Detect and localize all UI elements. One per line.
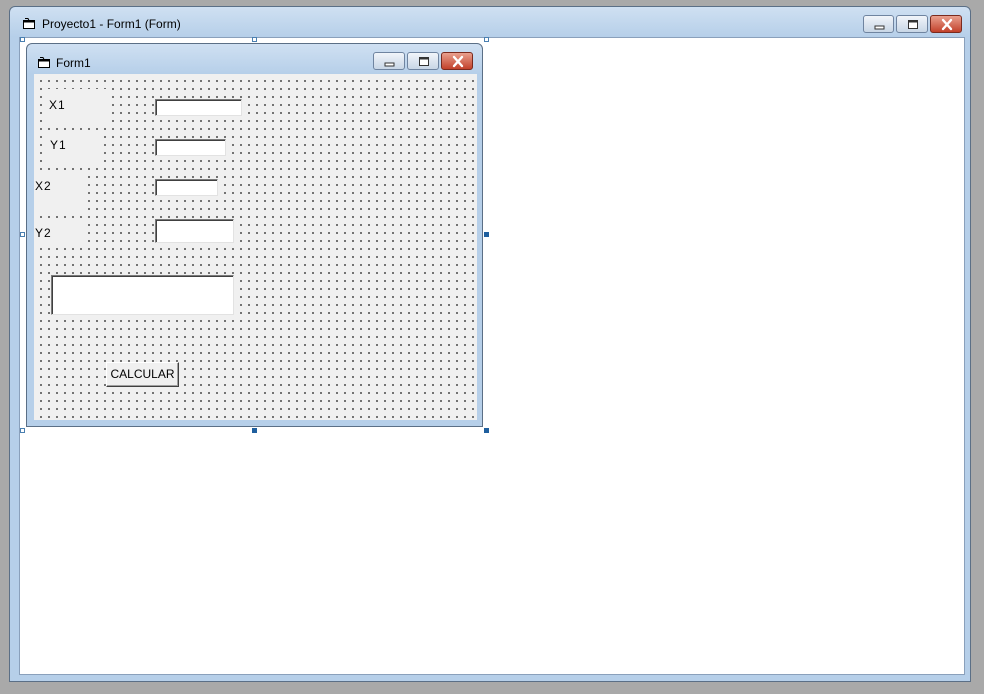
form1-window[interactable]: Form1 X1 Y1 X2 Y2 CALCULAR — [26, 43, 483, 427]
label-y2[interactable]: Y2 — [34, 222, 84, 242]
label-x2[interactable]: X2 — [34, 170, 86, 210]
resize-handle-bottom-right[interactable] — [484, 428, 489, 433]
resize-handle-left — [20, 232, 25, 237]
maximize-icon — [908, 20, 918, 29]
resize-handle-top — [252, 37, 257, 42]
form-window-icon — [23, 18, 35, 29]
y2-textbox[interactable] — [155, 219, 234, 243]
x2-textbox[interactable] — [155, 179, 218, 196]
close-icon — [941, 18, 953, 31]
resize-handle-right[interactable] — [484, 232, 489, 237]
form1-minimize-button[interactable] — [373, 52, 405, 70]
result-textbox[interactable] — [51, 275, 234, 315]
resize-handle-bottom[interactable] — [252, 428, 257, 433]
close-icon — [452, 55, 464, 68]
x1-textbox[interactable] — [155, 99, 242, 116]
resize-handle-top-right — [484, 37, 489, 42]
close-button[interactable] — [930, 15, 962, 33]
form1-title: Form1 — [56, 56, 91, 70]
designer-title: Proyecto1 - Form1 (Form) — [42, 17, 181, 31]
resize-handle-bottom-left — [20, 428, 25, 433]
form1-maximize-button[interactable] — [407, 52, 439, 70]
maximize-button[interactable] — [896, 15, 928, 33]
form-window-icon — [38, 57, 50, 68]
designer-title-bar[interactable]: Proyecto1 - Form1 (Form) — [10, 7, 970, 41]
label-x1[interactable]: X1 — [42, 89, 108, 123]
form1-design-grid[interactable]: X1 Y1 X2 Y2 CALCULAR — [34, 74, 477, 420]
form1-close-button[interactable] — [441, 52, 473, 70]
minimize-icon — [874, 25, 885, 30]
minimize-icon — [384, 62, 395, 67]
maximize-icon — [419, 57, 429, 66]
calculate-button[interactable]: CALCULAR — [106, 362, 179, 387]
label-y1[interactable]: Y1 — [42, 130, 98, 162]
y1-textbox[interactable] — [155, 139, 226, 156]
minimize-button[interactable] — [863, 15, 894, 33]
resize-handle-top-left — [20, 37, 25, 42]
